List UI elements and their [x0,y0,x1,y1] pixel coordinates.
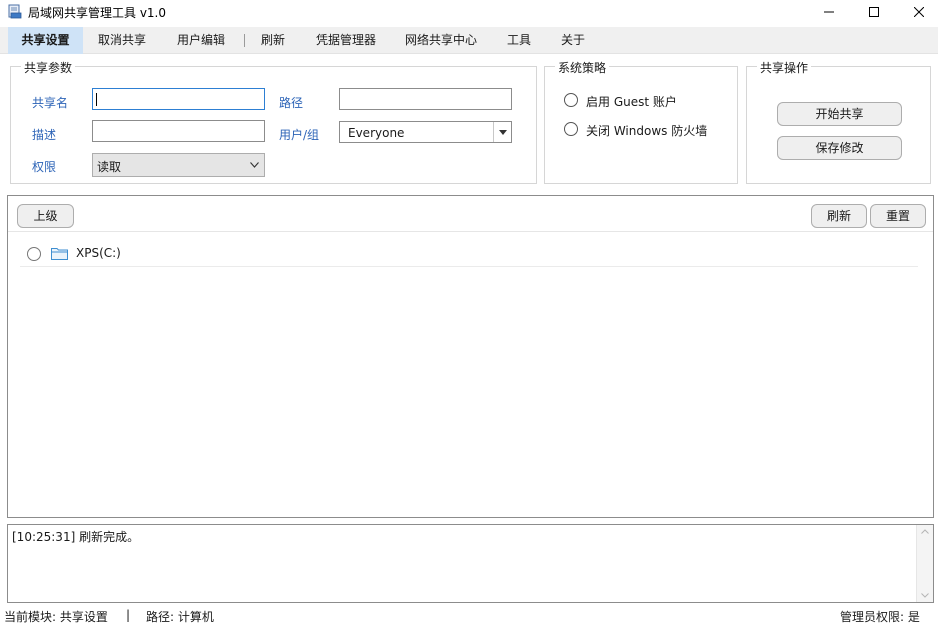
disable-firewall-label: 关闭 Windows 防火墙 [586,124,708,138]
share-name-label: 共享名 [32,96,69,110]
folder-icon [51,248,68,260]
title-bar: 局域网共享管理工具 v1.0 [0,0,938,24]
tab-about[interactable]: 关于 [554,27,592,54]
tab-tools[interactable]: 工具 [500,27,538,54]
list-item[interactable]: XPS(C:) [20,240,918,266]
path-input[interactable] [339,88,512,110]
description-label: 描述 [32,128,57,142]
status-path: 路径: 计算机 [146,610,214,623]
share-ops-title: 共享操作 [757,59,812,76]
permission-label: 权限 [32,160,57,174]
tab-cancel-share[interactable]: 取消共享 [90,27,154,54]
menu-bar: 共享设置 取消共享 用户编辑 刷新 凭据管理器 网络共享中心 工具 关于 [0,27,938,54]
start-share-button[interactable]: 开始共享 [777,102,902,126]
triangle-down-icon [498,129,507,135]
permission-value: 读取 [97,160,122,174]
user-group-dropdown-button[interactable] [493,122,511,142]
save-changes-button[interactable]: 保存修改 [777,136,902,160]
close-icon [914,7,924,17]
toolbar-divider [8,231,933,232]
description-input[interactable] [92,120,265,142]
tab-credential-manager[interactable]: 凭据管理器 [310,27,382,54]
tab-network-center[interactable]: 网络共享中心 [399,27,483,54]
chevron-down-icon [250,162,259,168]
minimize-button[interactable] [806,0,852,24]
window-title: 局域网共享管理工具 v1.0 [28,6,167,20]
up-level-button[interactable]: 上级 [17,204,74,228]
text-caret [96,93,97,106]
minimize-icon [824,11,834,13]
scroll-down-icon[interactable] [921,593,929,598]
enable-guest-label: 启用 Guest 账户 [586,95,677,109]
scroll-up-icon[interactable] [921,529,929,534]
log-line: [10:25:31] 刷新完成。 [12,530,140,544]
disable-firewall-radio[interactable] [564,122,578,136]
maximize-button[interactable] [851,0,897,24]
share-name-input[interactable] [92,88,265,110]
user-group-value: Everyone [348,126,405,140]
enable-guest-radio[interactable] [564,93,578,107]
reset-button[interactable]: 重置 [870,204,926,228]
maximize-icon [869,7,879,17]
refresh-button[interactable]: 刷新 [811,204,867,228]
file-browser: 上级 刷新 重置 XPS(C:) [7,195,934,518]
log-panel: [10:25:31] 刷新完成。 [7,524,934,603]
row-divider [20,266,918,267]
user-group-select[interactable]: Everyone [339,121,512,143]
path-label: 路径 [279,96,304,110]
system-policy-title: 系统策略 [555,59,610,76]
item-name: XPS(C:) [76,246,121,260]
app-icon [8,4,22,19]
item-select-radio[interactable] [27,247,41,261]
status-module: 当前模块: 共享设置 [4,610,108,623]
status-bar: 当前模块: 共享设置 | 路径: 计算机 管理员权限: 是 [0,605,938,623]
tab-refresh[interactable]: 刷新 [254,27,292,54]
close-button[interactable] [896,0,938,24]
share-params-title: 共享参数 [21,59,76,76]
tab-user-edit[interactable]: 用户编辑 [169,27,233,54]
status-separator: | [126,608,131,622]
status-admin: 管理员权限: 是 [840,610,920,623]
tab-share-settings[interactable]: 共享设置 [8,27,83,54]
permission-select[interactable]: 读取 [92,153,265,177]
log-scrollbar[interactable] [916,525,933,602]
tab-separator [244,34,245,47]
user-group-label: 用户/组 [279,128,320,142]
